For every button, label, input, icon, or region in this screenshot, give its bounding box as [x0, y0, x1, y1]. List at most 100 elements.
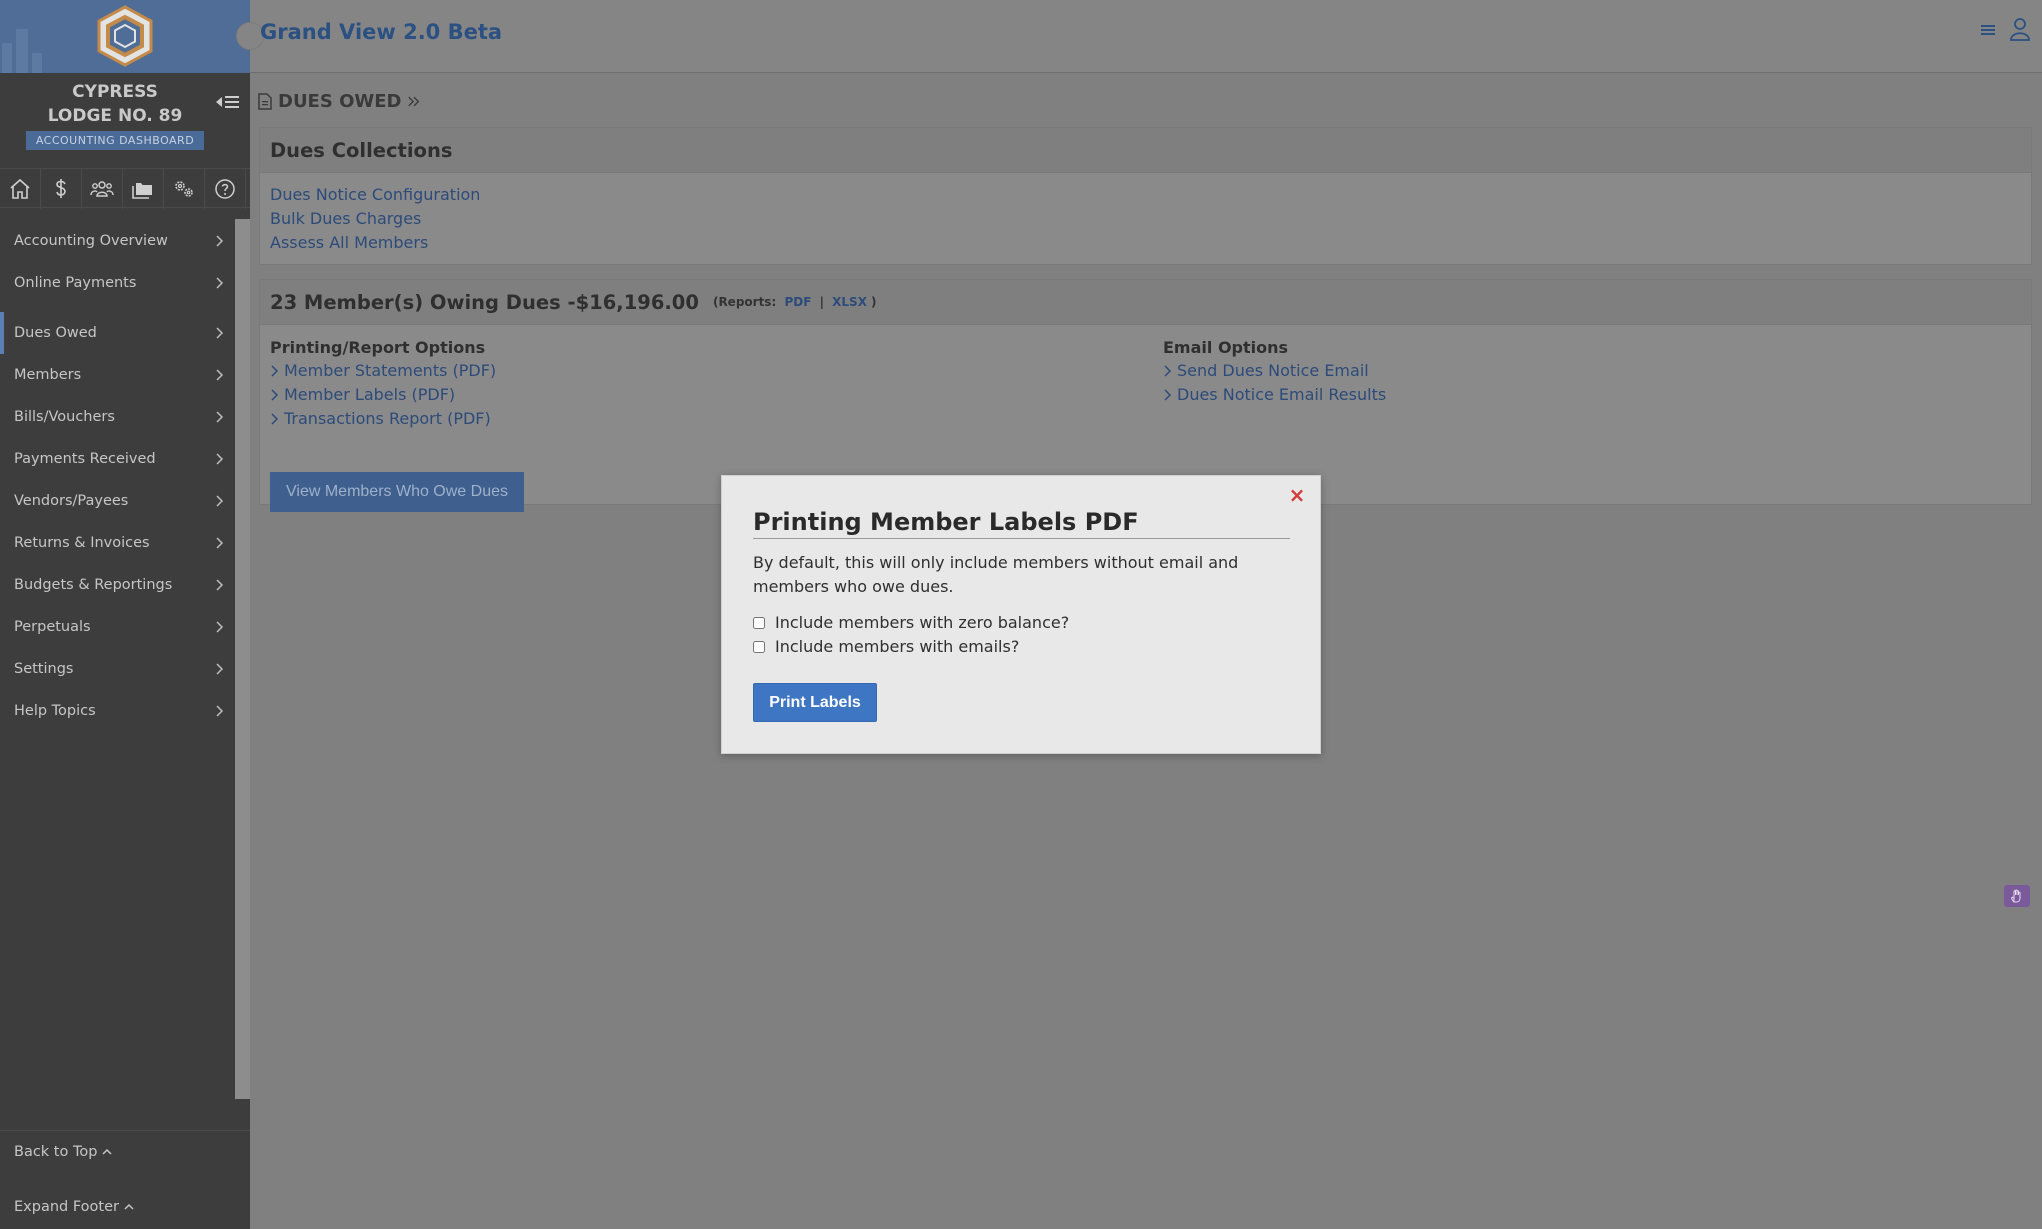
members-owing-header: 23 Member(s) Owing Dues -$16,196.00 (Rep…	[260, 280, 2031, 325]
help-button[interactable]	[205, 169, 246, 209]
hand-pointer-widget[interactable]	[2004, 885, 2030, 907]
expand-footer-link[interactable]: Expand Footer	[0, 1186, 250, 1228]
sidebar-item-accounting-overview[interactable]: Accounting Overview	[0, 220, 235, 262]
dues-collections-title: Dues Collections	[260, 128, 2031, 173]
chevron-right-icon	[216, 537, 224, 549]
sidebar-icon-row	[0, 168, 250, 209]
sidebar-item-label: Help Topics	[14, 703, 96, 719]
sidebar: CYPRESS LODGE NO. 89 ACCOUNTING DASHBOAR…	[0, 0, 250, 1229]
sidebar-item-help-topics[interactable]: Help Topics	[0, 690, 235, 732]
sidebar-item-returns-invoices[interactable]: Returns & Invoices	[0, 522, 235, 564]
sidebar-item-label: Bills/Vouchers	[14, 409, 115, 425]
chevron-right-icon	[216, 411, 224, 423]
users-icon	[90, 181, 114, 197]
gears-icon	[175, 181, 193, 197]
transactions-report-link[interactable]: Transactions Report (PDF)	[270, 407, 496, 431]
print-labels-button[interactable]: Print Labels	[753, 683, 877, 722]
expand-footer-label: Expand Footer	[14, 1199, 119, 1215]
dues-notice-email-results-link[interactable]: Dues Notice Email Results	[1163, 383, 1386, 407]
send-dues-notice-email-link[interactable]: Send Dues Notice Email	[1163, 359, 1386, 383]
settings-button[interactable]	[164, 169, 205, 209]
member-statements-link[interactable]: Member Statements (PDF)	[270, 359, 496, 383]
sidebar-item-dues-owed[interactable]: Dues Owed	[0, 312, 235, 354]
option-label: Send Dues Notice Email	[1177, 361, 1369, 380]
collapse-menu-icon	[216, 96, 239, 108]
print-labels-modal: × Printing Member Labels PDF By default,…	[721, 475, 1321, 754]
user-account-icon[interactable]	[2008, 16, 2032, 42]
bulk-dues-charges-link[interactable]: Bulk Dues Charges	[270, 207, 2021, 231]
option-label: Member Labels (PDF)	[284, 385, 456, 404]
option-label: Member Statements (PDF)	[284, 361, 497, 380]
help-icon	[215, 179, 235, 199]
chevron-right-icon	[216, 277, 224, 289]
sidebar-scrollbar[interactable]	[235, 219, 250, 1099]
dollar-icon	[56, 179, 66, 198]
chevron-right-icon	[216, 705, 224, 717]
top-bar: Grand View 2.0 Beta	[236, 0, 2042, 73]
printing-options-title: Printing/Report Options	[270, 338, 486, 357]
view-members-who-owe-dues-button[interactable]: View Members Who Owe Dues	[270, 472, 524, 512]
member-labels-link[interactable]: Member Labels (PDF)	[270, 383, 496, 407]
sidebar-item-payments-received[interactable]: Payments Received	[0, 438, 235, 480]
modal-close-button[interactable]: ×	[1288, 485, 1306, 505]
chevron-right-icon	[271, 365, 279, 377]
sidebar-item-label: Perpetuals	[14, 619, 91, 635]
chevron-right-icon	[216, 663, 224, 675]
sidebar-item-members[interactable]: Members	[0, 354, 235, 396]
chevron-right-icon	[216, 327, 224, 339]
chevron-right-icon	[216, 453, 224, 465]
home-button[interactable]	[0, 169, 41, 209]
option-label: Transactions Report (PDF)	[284, 409, 491, 428]
back-to-top-link[interactable]: Back to Top	[0, 1131, 250, 1173]
assess-all-members-link[interactable]: Assess All Members	[270, 231, 2021, 255]
report-pdf-link[interactable]: PDF	[784, 295, 811, 309]
zero-balance-checkbox[interactable]	[753, 616, 765, 629]
modal-title: Printing Member Labels PDF	[753, 508, 1290, 539]
chevron-right-icon	[1164, 389, 1172, 401]
accounting-button[interactable]	[41, 169, 82, 209]
brand-header	[0, 0, 250, 73]
app-title[interactable]: Grand View 2.0 Beta	[260, 20, 502, 44]
hand-icon	[2010, 889, 2021, 903]
documents-button[interactable]	[123, 169, 164, 209]
zero-balance-option[interactable]: Include members with zero balance?	[753, 613, 1069, 632]
sidebar-item-label: Dues Owed	[14, 325, 97, 341]
back-to-top-label: Back to Top	[14, 1144, 98, 1160]
chevron-right-icon	[216, 621, 224, 633]
chevron-right-icon	[271, 413, 279, 425]
lodge-name-line2: LODGE NO. 89	[47, 106, 183, 126]
with-emails-checkbox[interactable]	[753, 640, 765, 653]
dues-notice-configuration-link[interactable]: Dues Notice Configuration	[270, 183, 2021, 207]
lodge-logo-icon[interactable]	[96, 5, 154, 67]
sidebar-item-label: Vendors/Payees	[14, 493, 129, 509]
members-owing-panel: 23 Member(s) Owing Dues -$16,196.00 (Rep…	[259, 279, 2032, 512]
chevron-up-icon	[102, 1148, 112, 1155]
sidebar-item-perpetuals[interactable]: Perpetuals	[0, 606, 235, 648]
chevron-right-icon	[216, 235, 224, 247]
chevron-right-icon	[271, 389, 279, 401]
report-xlsx-link[interactable]: XLSX	[832, 295, 867, 309]
sidebar-item-settings[interactable]: Settings	[0, 648, 235, 690]
members-button[interactable]	[82, 169, 123, 209]
email-options: Email Options Send Dues Notice Email Due…	[1163, 337, 1386, 407]
sidebar-nav: Accounting Overview Online Payments Dues…	[0, 220, 235, 732]
hamburger-menu-icon[interactable]	[1976, 16, 2000, 42]
sidebar-item-budgets-reportings[interactable]: Budgets & Reportings	[0, 564, 235, 606]
sidebar-footer: Back to Top Expand Footer	[0, 1130, 250, 1215]
sidebar-item-label: Payments Received	[14, 451, 156, 467]
sidebar-item-vendors-payees[interactable]: Vendors/Payees	[0, 480, 235, 522]
sidebar-item-online-payments[interactable]: Online Payments	[0, 262, 235, 304]
sidebar-collapse-toggle[interactable]	[214, 92, 242, 112]
sidebar-item-label: Budgets & Reportings	[14, 577, 173, 593]
accounting-dashboard-badge: ACCOUNTING DASHBOARD	[26, 131, 204, 150]
with-emails-label: Include members with emails?	[775, 637, 1020, 656]
option-label: Dues Notice Email Results	[1177, 385, 1387, 404]
printing-options: Printing/Report Options Member Statement…	[270, 337, 496, 431]
sidebar-item-bills-vouchers[interactable]: Bills/Vouchers	[0, 396, 235, 438]
with-emails-option[interactable]: Include members with emails?	[753, 637, 1019, 656]
chevron-right-icon	[216, 579, 224, 591]
sidebar-item-label: Online Payments	[14, 275, 137, 291]
email-options-title: Email Options	[1163, 338, 1289, 357]
reports-suffix: )	[870, 295, 877, 309]
reports-separator: |	[819, 295, 824, 309]
